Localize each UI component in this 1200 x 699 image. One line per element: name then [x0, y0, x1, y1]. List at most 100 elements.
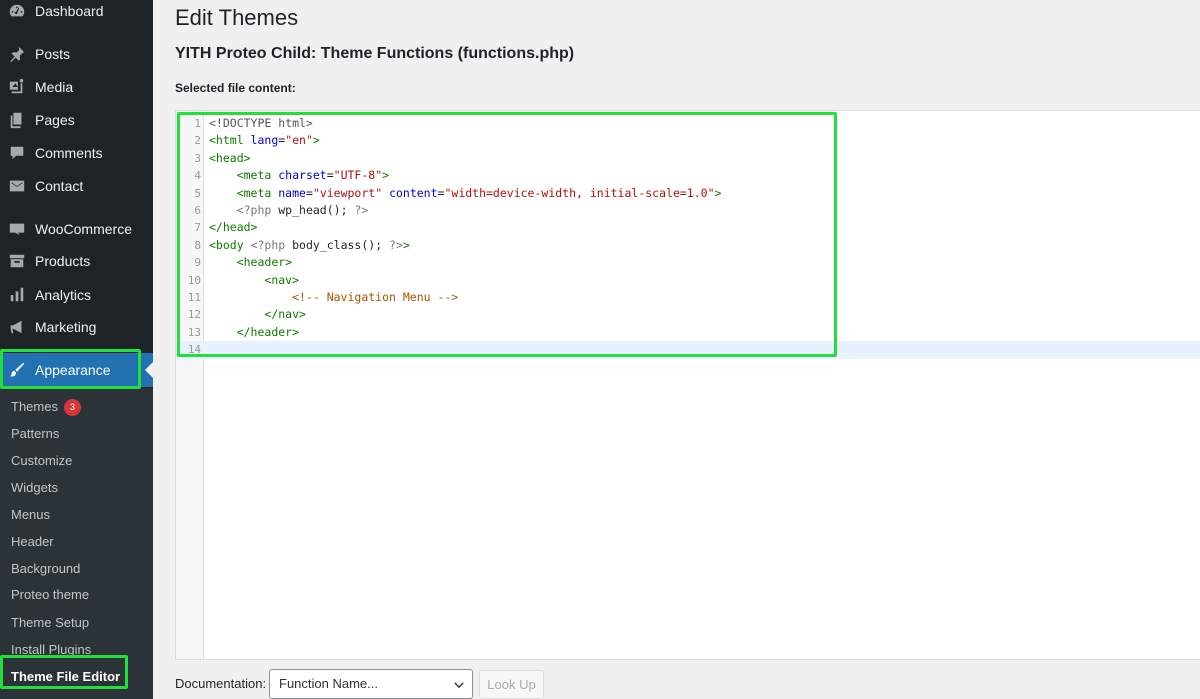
- code-text: <body <?php body_class(); ?>>: [209, 237, 410, 252]
- submenu-patterns[interactable]: Patterns: [11, 424, 59, 444]
- menu-label: Marketing: [35, 319, 97, 335]
- line-number: 9: [194, 256, 201, 270]
- menu-woocommerce[interactable]: WooCommerce: [0, 212, 153, 246]
- comment-icon: [7, 143, 27, 163]
- code-line[interactable]: 4 <meta charset="UTF-8">: [176, 167, 1200, 184]
- menu-marketing[interactable]: Marketing: [0, 310, 153, 344]
- mail-icon: [7, 176, 27, 196]
- menu-posts[interactable]: Posts: [0, 37, 153, 71]
- menu-label: Products: [35, 253, 91, 269]
- code-text: <html lang="en">: [209, 133, 320, 148]
- documentation-label: Documentation:: [175, 676, 267, 691]
- submenu-theme-file-editor[interactable]: Theme File Editor: [11, 667, 120, 687]
- code-line[interactable]: 6 <?php wp_head(); ?>: [176, 202, 1200, 219]
- submenu-install-plugins[interactable]: Install Plugins: [11, 640, 91, 660]
- line-number: 2: [194, 134, 201, 148]
- submenu-label: Customize: [11, 453, 73, 468]
- menu-contact[interactable]: Contact: [0, 169, 153, 203]
- submenu-background[interactable]: Background: [11, 559, 80, 579]
- code-line[interactable]: 13 </header>: [176, 324, 1200, 341]
- file-content-label: Selected file content:: [175, 81, 296, 95]
- submenu-customize[interactable]: Customize: [11, 451, 72, 471]
- media-icon: [7, 77, 27, 97]
- megaphone-icon: [7, 317, 27, 337]
- code-line[interactable]: 9 <header>: [176, 254, 1200, 271]
- code-text: <nav>: [264, 272, 300, 287]
- page-title: Edit Themes: [175, 5, 299, 30]
- menu-label: Contact: [35, 178, 84, 194]
- code-line[interactable]: 14: [176, 341, 1200, 359]
- code-line[interactable]: 2 <html lang="en">: [176, 132, 1200, 149]
- menu-label: Media: [35, 79, 74, 95]
- code-text: <meta name="viewport" content="width=dev…: [236, 185, 722, 200]
- code-text: <header>: [236, 255, 293, 270]
- code-line[interactable]: 8 <body <?php body_class(); ?>>: [176, 237, 1200, 254]
- function-name-select[interactable]: Function Name...: [269, 669, 473, 699]
- submenu-label: Theme Setup: [11, 615, 90, 630]
- code-line[interactable]: 5 <meta name="viewport" content="width=d…: [176, 185, 1200, 202]
- brush-icon: [7, 360, 27, 380]
- code-line[interactable]: 11 <!-- Navigation Menu -->: [176, 289, 1200, 306]
- submenu-widgets[interactable]: Widgets: [11, 478, 58, 498]
- code-text: </header>: [236, 324, 300, 339]
- code-line[interactable]: 12 </nav>: [176, 306, 1200, 323]
- line-number: 6: [194, 204, 201, 217]
- menu-media[interactable]: Media: [0, 70, 153, 104]
- submenu-label: Menus: [11, 507, 51, 522]
- pin-icon: [7, 44, 27, 64]
- chevron-down-icon: [454, 682, 464, 689]
- line-number: 5: [194, 186, 201, 200]
- look-up-button[interactable]: Look Up: [479, 670, 544, 699]
- active-indicator: [145, 362, 153, 378]
- code-line[interactable]: 7 </head>: [176, 219, 1200, 236]
- menu-products[interactable]: Products: [0, 244, 153, 278]
- submenu-label: Themes: [11, 399, 58, 414]
- file-title: YITH Proteo Child: Theme Functions (func…: [175, 45, 575, 62]
- bar-chart-icon: [7, 285, 27, 305]
- code-editor[interactable]: 1 <!DOCTYPE html> 2 <html lang="en"> 3 <head>…: [175, 110, 1200, 660]
- dashboard-icon: [7, 1, 27, 21]
- submenu-label: Theme File Editor: [11, 669, 121, 684]
- menu-label: Appearance: [35, 362, 111, 378]
- submenu-proteo-theme[interactable]: Proteo theme: [11, 585, 89, 605]
- menu-pages[interactable]: Pages: [0, 103, 153, 137]
- line-number: 1: [194, 117, 201, 130]
- line-number: 13: [187, 325, 201, 339]
- line-number: 3: [194, 151, 201, 165]
- menu-analytics[interactable]: Analytics: [0, 278, 153, 312]
- line-number: 12: [187, 308, 201, 322]
- archive-icon: [7, 251, 27, 271]
- menu-label: Pages: [35, 112, 75, 128]
- appearance-submenu: Themes 3 Patterns Customize Widgets Menu…: [0, 388, 153, 699]
- submenu-label: Widgets: [11, 480, 58, 495]
- submenu-themes[interactable]: Themes 3: [11, 397, 81, 417]
- line-number: 10: [187, 273, 201, 287]
- pages-icon: [7, 110, 27, 130]
- code-text: <!DOCTYPE html>: [209, 116, 313, 130]
- code-text: </nav>: [264, 307, 306, 322]
- code-line[interactable]: 10 <nav>: [176, 272, 1200, 289]
- update-count-badge: 3: [63, 398, 81, 416]
- submenu-theme-setup[interactable]: Theme Setup: [11, 613, 89, 633]
- line-number: 8: [194, 238, 201, 252]
- menu-appearance[interactable]: Appearance: [0, 353, 153, 387]
- code-line[interactable]: 3 <head>: [176, 150, 1200, 167]
- menu-label: Dashboard: [35, 3, 104, 19]
- code-text: <meta charset="UTF-8">: [236, 168, 390, 183]
- menu-dashboard[interactable]: Dashboard: [0, 0, 153, 28]
- code-text: </head>: [209, 220, 258, 235]
- submenu-label: Patterns: [11, 426, 60, 441]
- submenu-label: Background: [11, 561, 81, 576]
- submenu-header[interactable]: Header: [11, 532, 54, 552]
- submenu-menus[interactable]: Menus: [11, 505, 50, 525]
- line-number: 14: [187, 343, 201, 357]
- woo-icon: [7, 219, 27, 239]
- submenu-label: Proteo theme: [11, 587, 90, 602]
- code-text: <head>: [209, 150, 251, 165]
- line-number: 11: [187, 291, 201, 304]
- code-line[interactable]: 1 <!DOCTYPE html>: [176, 115, 1200, 132]
- menu-comments[interactable]: Comments: [0, 136, 153, 170]
- submenu-label: Install Plugins: [11, 642, 92, 657]
- menu-label: WooCommerce: [35, 221, 132, 237]
- admin-sidebar: Dashboard Posts Media Pages Comments Con…: [0, 0, 153, 699]
